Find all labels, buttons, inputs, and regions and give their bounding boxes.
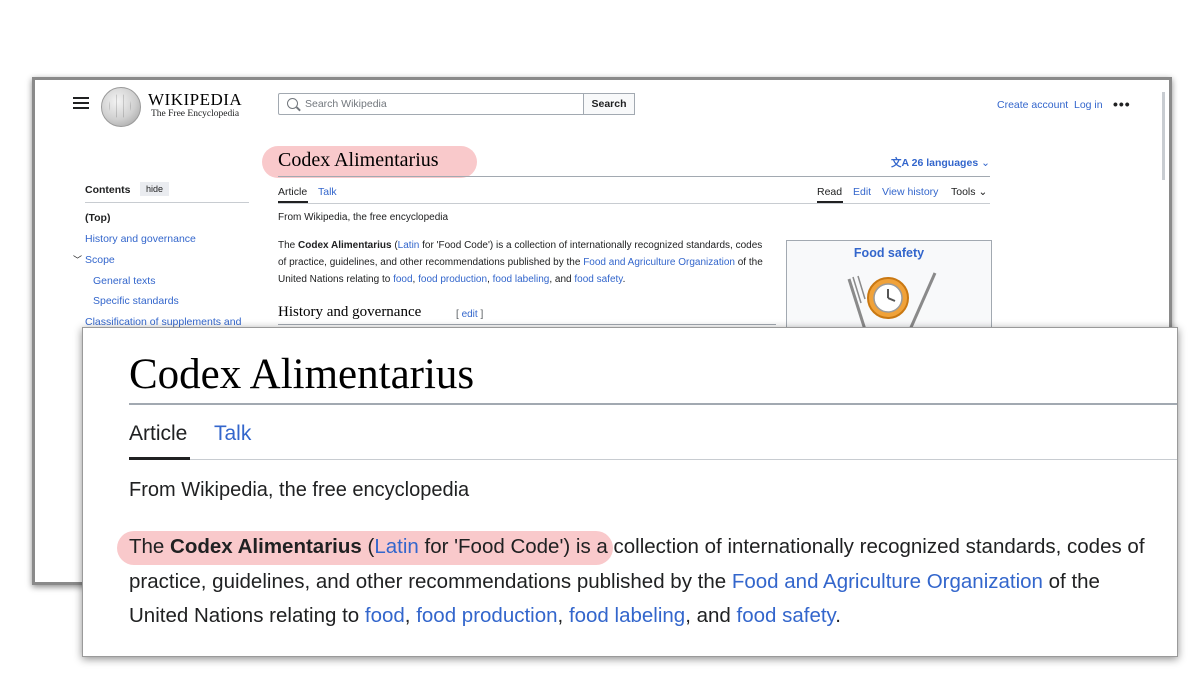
food-labeling-link[interactable]: food labeling [569,604,685,627]
toc-divider [85,202,249,203]
latin-link[interactable]: Latin [374,535,418,558]
zoomed-excerpt: Codex Alimentarius Article Talk From Wik… [82,327,1178,657]
food-link[interactable]: food [365,604,405,627]
lead-text: The [278,240,299,251]
lead-text: . [835,604,841,627]
wikipedia-globe-logo[interactable] [101,87,141,127]
search-placeholder: Search Wikipedia [305,98,387,110]
zoomed-tab-talk[interactable]: Talk [214,422,251,446]
tools-label: Tools [951,186,976,198]
chevron-down-icon: ⌄ [978,186,988,198]
toc-item-scope[interactable]: Scope [85,254,115,266]
food-production-link[interactable]: food production [418,274,487,285]
lead-text: , and [549,274,575,285]
scrollbar[interactable] [1162,92,1165,180]
lead-bold-title: Codex Alimentarius [298,240,392,251]
food-safety-link[interactable]: food safety [737,604,836,627]
zoomed-lead-paragraph: The Codex Alimentarius (Latin for 'Food … [129,530,1159,634]
latin-link[interactable]: Latin [398,240,420,251]
search-icon [287,98,298,109]
zoomed-tab-article[interactable]: Article [129,422,187,446]
toc-item-specific-standards[interactable]: Specific standards [93,295,179,307]
log-in-link[interactable]: Log in [1074,99,1103,111]
lead-bold-title: Codex Alimentarius [170,535,362,558]
toc-item-general-texts[interactable]: General texts [93,275,155,287]
title-divider [278,176,990,177]
lead-text: , [557,604,569,627]
zoomed-title-divider [129,403,1177,405]
languages-label: 26 languages [911,157,979,169]
lead-text: The [129,535,171,558]
zoomed-site-subtitle: From Wikipedia, the free encyclopedia [129,479,470,501]
page-title: Codex Alimentarius [278,149,439,171]
tab-talk[interactable]: Talk [318,186,337,198]
toc-item-top[interactable]: (Top) [85,212,110,224]
food-link[interactable]: food [393,274,412,285]
search-input[interactable]: Search Wikipedia [278,93,584,115]
lead-text: ( [361,535,375,558]
zoomed-tab-article-indicator [129,457,190,460]
toc-hide-button[interactable]: hide [140,182,170,196]
section-divider [278,324,776,325]
toc-heading: Contents [85,184,131,196]
tab-edit[interactable]: Edit [853,186,871,198]
food-safety-link[interactable]: food safety [574,274,622,285]
tools-menu[interactable]: Tools ⌄ [951,186,987,198]
lead-text: . [622,274,626,285]
section-edit-link[interactable]: edit [462,309,478,320]
main-menu-icon[interactable] [73,97,89,109]
tabs-divider [278,203,990,204]
fao-link[interactable]: Food and Agriculture Organization [583,257,735,268]
section-edit[interactable]: [ edit ] [456,309,483,320]
toc-item-history[interactable]: History and governance [85,233,196,245]
tab-view-history[interactable]: View history [882,186,938,198]
zoomed-tabs-divider [190,459,1177,460]
lead-text: , [404,604,417,627]
create-account-link[interactable]: Create account [997,99,1068,111]
wikipedia-tagline: The Free Encyclopedia [151,109,240,119]
tab-read[interactable]: Read [817,186,842,198]
fao-link[interactable]: Food and Agriculture Organization [732,570,1043,593]
lead-text: , and [685,604,737,627]
tab-article[interactable]: Article [278,186,307,198]
more-options-icon[interactable]: ••• [1113,96,1131,112]
section-heading: History and governance [278,304,422,320]
translate-icon: 文A [891,157,912,169]
zoomed-page-title: Codex Alimentarius [129,351,475,398]
lead-paragraph: The Codex Alimentarius (Latin for 'Food … [278,237,764,288]
food-labeling-link[interactable]: food labeling [493,274,550,285]
site-subtitle: From Wikipedia, the free encyclopedia [278,212,449,223]
chevron-down-icon: ⌄ [981,157,990,169]
wikipedia-wordmark[interactable]: WIKIPEDIA [148,90,242,110]
food-production-link[interactable]: food production [416,604,557,627]
search-button[interactable]: Search [583,93,635,115]
chevron-down-icon[interactable]: ﹀ [73,253,82,266]
languages-button[interactable]: 文A 26 languages ⌄ [891,155,990,170]
